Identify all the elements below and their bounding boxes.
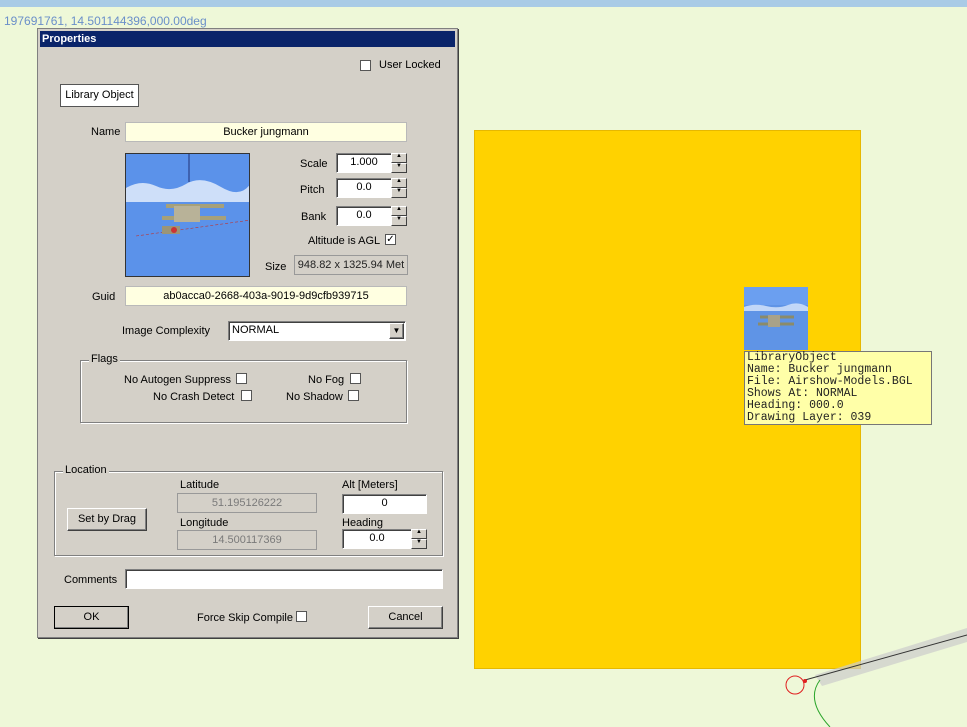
longitude-field: 14.500117369 bbox=[177, 530, 317, 550]
altitude-agl-label: Altitude is AGL bbox=[308, 235, 381, 247]
scale-spinner[interactable]: ▲ ▼ bbox=[391, 153, 407, 173]
flags-group: Flags No Autogen Suppress No Fog No Cras… bbox=[80, 353, 407, 423]
no-shadow-checkbox[interactable] bbox=[348, 390, 359, 401]
no-autogen-suppress-checkbox[interactable] bbox=[236, 373, 247, 384]
heading-input[interactable]: 0.0 bbox=[342, 529, 412, 549]
library-object-button[interactable]: Library Object bbox=[60, 84, 139, 107]
pitch-input[interactable]: 0.0 bbox=[336, 178, 392, 198]
name-field[interactable]: Bucker jungmann bbox=[125, 122, 407, 142]
cancel-button[interactable]: Cancel bbox=[368, 606, 443, 629]
comments-input[interactable] bbox=[125, 569, 443, 589]
cursor-coordinates: 197691761, 14.501144396,000.00deg bbox=[4, 14, 207, 28]
scale-label: Scale bbox=[300, 158, 328, 170]
guid-field[interactable]: ab0acca0-2668-403a-9019-9d9cfb939715 bbox=[125, 286, 407, 306]
latitude-label: Latitude bbox=[180, 479, 220, 491]
heading-spinner[interactable]: ▲ ▼ bbox=[411, 529, 427, 549]
object-info-tooltip: LibraryObject Name: Bucker jungmann File: … bbox=[744, 351, 932, 425]
ok-button[interactable]: OK bbox=[54, 606, 129, 629]
set-by-drag-button[interactable]: Set by Drag bbox=[67, 508, 147, 531]
no-shadow-label: No Shadow bbox=[286, 391, 343, 403]
properties-dialog: Properties User Locked Library Object Na… bbox=[37, 28, 458, 638]
scale-input[interactable]: 1.000 bbox=[336, 153, 392, 173]
location-group: Location Set by Drag Latitude 51.1951262… bbox=[54, 464, 443, 556]
flags-title: Flags bbox=[89, 353, 120, 365]
user-locked-label: User Locked bbox=[379, 59, 441, 71]
no-fog-checkbox[interactable] bbox=[350, 373, 361, 384]
object-preview-image bbox=[125, 153, 250, 277]
map-object-thumbnail[interactable] bbox=[744, 287, 808, 350]
bank-spinner[interactable]: ▲ ▼ bbox=[391, 206, 407, 226]
location-title: Location bbox=[63, 464, 109, 476]
comments-label: Comments bbox=[64, 574, 118, 586]
pitch-label: Pitch bbox=[300, 184, 325, 196]
altitude-agl-checkbox[interactable]: ✓ bbox=[385, 234, 396, 245]
image-complexity-label: Image Complexity bbox=[122, 325, 211, 337]
tooltip-line: Drawing Layer: 039 bbox=[747, 411, 872, 424]
image-complexity-select[interactable]: NORMAL bbox=[228, 321, 406, 341]
no-crash-detect-checkbox[interactable] bbox=[241, 390, 252, 401]
longitude-label: Longitude bbox=[180, 517, 229, 529]
alt-meters-label: Alt [Meters] bbox=[342, 479, 398, 491]
no-fog-label: No Fog bbox=[308, 374, 345, 386]
name-label: Name bbox=[91, 126, 121, 138]
size-label: Size bbox=[265, 261, 287, 273]
force-skip-compile-checkbox[interactable] bbox=[296, 611, 307, 622]
chevron-down-icon[interactable]: ▼ bbox=[389, 323, 404, 339]
size-field: 948.82 x 1325.94 Met bbox=[294, 255, 408, 275]
top-strip bbox=[0, 0, 967, 7]
guid-label: Guid bbox=[92, 291, 116, 303]
dialog-title[interactable]: Properties bbox=[40, 31, 455, 47]
bank-input[interactable]: 0.0 bbox=[336, 206, 392, 226]
plane-thumbnail-image bbox=[744, 287, 808, 327]
biplane-preview-icon bbox=[126, 154, 249, 237]
no-crash-detect-label: No Crash Detect bbox=[153, 391, 235, 403]
heading-label: Heading bbox=[342, 517, 383, 529]
pitch-spinner[interactable]: ▲ ▼ bbox=[391, 178, 407, 198]
altitude-input[interactable]: 0 bbox=[342, 494, 427, 514]
force-skip-compile-label: Force Skip Compile bbox=[197, 612, 293, 624]
user-locked-checkbox[interactable] bbox=[360, 60, 371, 71]
bank-label: Bank bbox=[301, 211, 327, 223]
latitude-field: 51.195126222 bbox=[177, 493, 317, 513]
no-autogen-suppress-label: No Autogen Suppress bbox=[124, 374, 232, 386]
